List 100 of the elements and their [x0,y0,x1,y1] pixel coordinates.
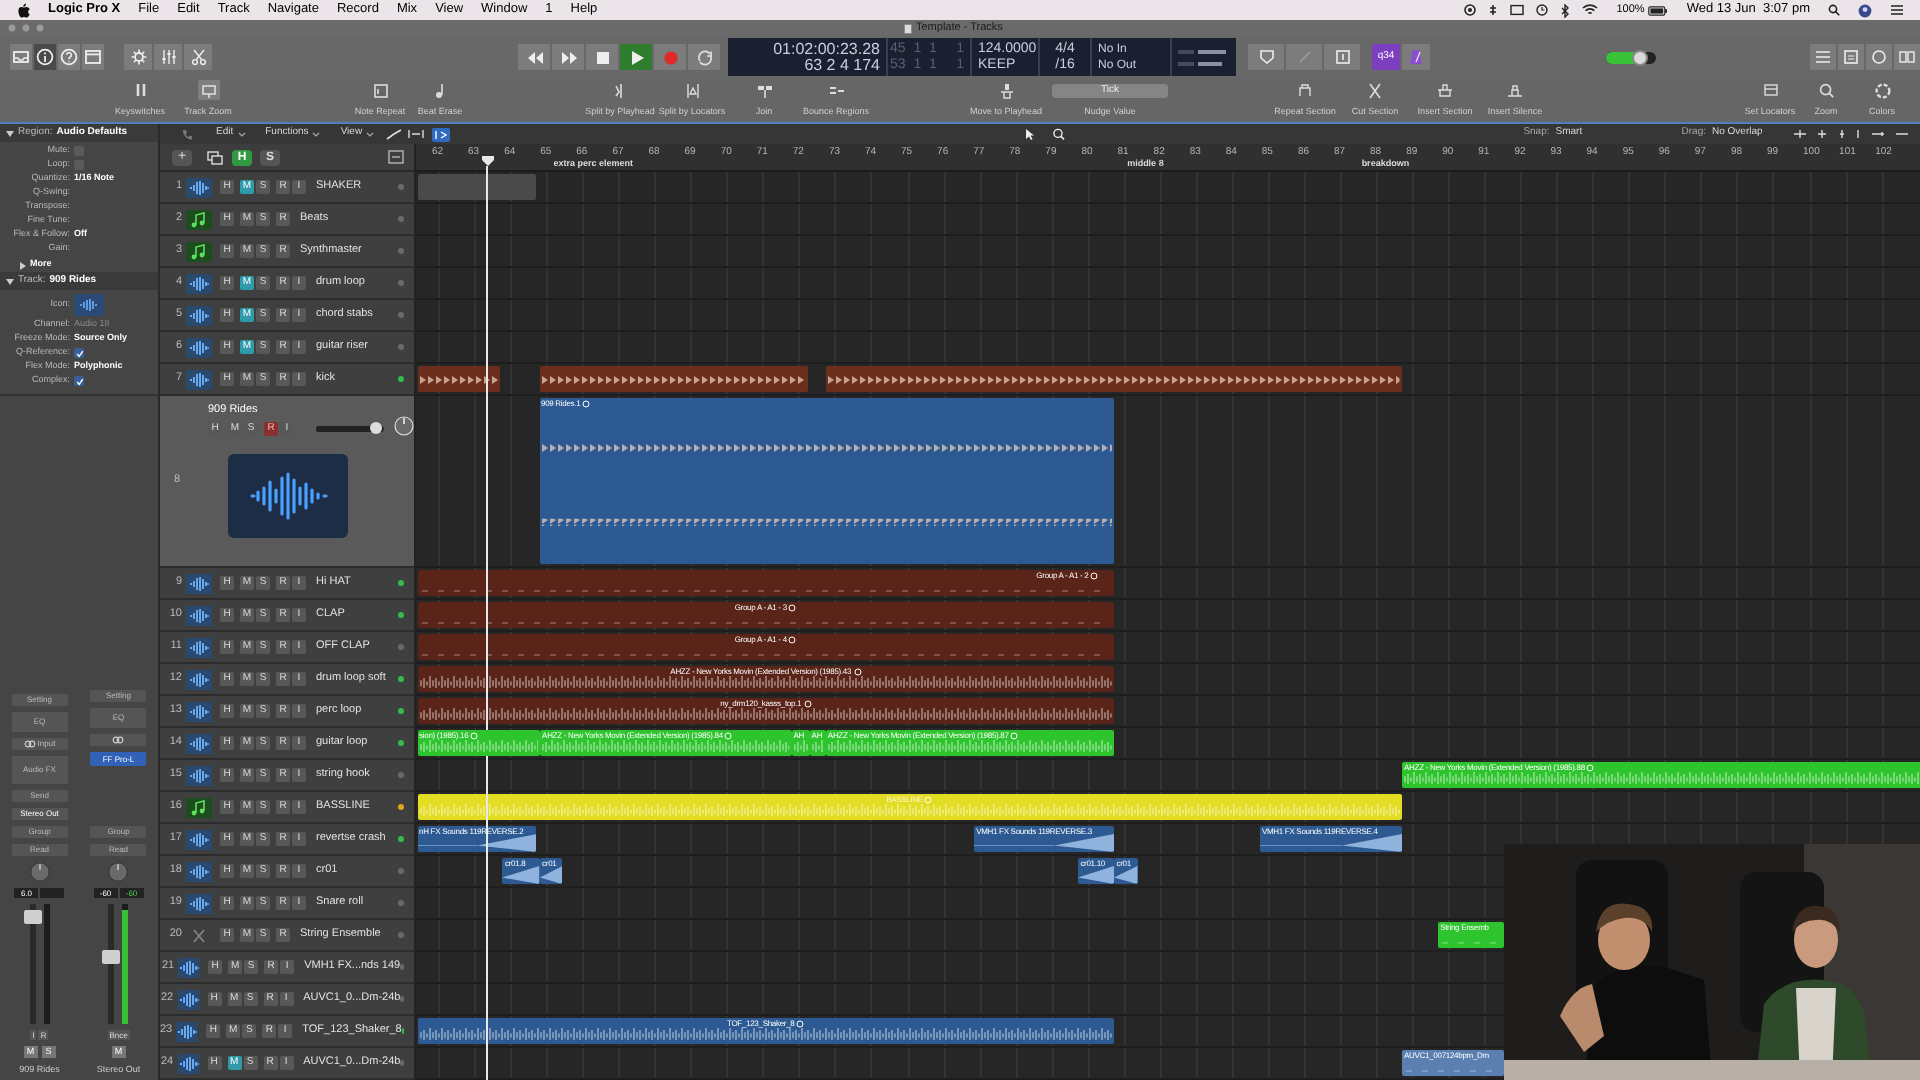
cross-icon [188,927,210,943]
circle-icon [470,732,479,740]
track-icon[interactable] [177,1053,200,1073]
circle-icon [803,700,812,708]
pan-knob[interactable] [29,862,50,883]
editors-button[interactable] [184,44,212,70]
track-icon[interactable] [186,701,212,721]
info-button[interactable] [34,44,56,70]
fast-forward-button[interactable] [552,44,584,70]
circle-icon [582,400,591,408]
wifi-icon [1582,4,1599,16]
mixer-button[interactable] [154,44,182,70]
catch-button[interactable] [432,127,451,141]
list-editors-button[interactable] [1810,44,1836,70]
circle-icon [853,668,862,676]
track-icon[interactable] [186,733,212,753]
play-button[interactable] [620,44,652,70]
track-icon-button[interactable] [74,294,104,316]
link-icon [112,736,125,745]
track-icon[interactable] [186,241,212,261]
audio-region[interactable] [825,366,1402,392]
square-icon [371,81,389,100]
library-button[interactable] [10,44,32,70]
bracket-icon [683,81,701,100]
checkbox[interactable] [74,376,84,386]
peak-readout [40,888,65,899]
plinth-icon [1506,81,1524,100]
waveform-icon [188,339,210,355]
track-icon[interactable] [186,861,212,881]
catch-icon [434,129,449,139]
zoom-icon [1817,81,1835,100]
audio-region[interactable] [539,366,808,392]
pan-knob[interactable] [108,862,129,883]
level-meter [122,904,129,1025]
lines-icon [827,81,845,100]
track-icon[interactable] [186,797,212,817]
settings-button[interactable] [124,44,152,70]
track-icon[interactable] [186,177,212,197]
master-volume-slider[interactable] [1606,51,1656,63]
track-icon[interactable] [176,1021,199,1041]
notepad-icon [1842,48,1860,66]
apple-icon [16,2,30,18]
flex-icon [408,128,425,140]
track-icon[interactable] [186,573,212,593]
track-icon[interactable] [186,605,212,625]
list-editors-icon [1814,48,1832,66]
track-icon[interactable] [228,454,348,539]
track-icon[interactable] [186,669,212,689]
track-icon[interactable] [186,637,212,657]
mixer-icon [159,48,177,66]
chevron-icon [237,131,246,137]
waveform-icon [188,767,210,783]
waveform-icon [188,607,210,623]
search-icon [1828,4,1840,16]
window-button[interactable] [82,44,104,70]
cycle-icon [695,49,713,65]
input-slot[interactable] [90,734,147,747]
loop-browser-icon [1870,48,1888,66]
autopunch-button[interactable] [1324,44,1360,70]
browser-button[interactable] [1894,44,1920,70]
global-tracks-icon [388,150,404,164]
track-icon[interactable] [186,273,212,293]
stop-button[interactable] [586,44,618,70]
link-icon [23,740,36,749]
track-icon[interactable] [177,989,200,1009]
metronome-icon [1408,48,1424,66]
waveform-icon [178,959,201,975]
waveform-drawing [419,740,539,754]
waveform-icon [177,1055,200,1071]
circle-icon [788,636,797,644]
volume-slider[interactable] [316,426,384,433]
chevron-icon [312,131,321,137]
circle-icon [1090,572,1099,580]
loop-browser-button[interactable] [1866,44,1892,70]
track-icon[interactable] [178,957,201,977]
checkbox[interactable] [74,348,84,358]
waveform-icon [188,735,210,751]
track-icon[interactable] [186,369,212,389]
status-icon [1464,4,1477,16]
notepad-button[interactable] [1838,44,1864,70]
track-icon[interactable] [186,209,212,229]
track-icon[interactable] [186,337,212,357]
help-button[interactable] [58,44,80,70]
track-icon[interactable] [186,765,212,785]
playhead-handle-icon[interactable] [481,156,494,166]
circle-icon [788,604,797,612]
track-icon[interactable] [186,893,212,913]
audio-region[interactable] [417,366,500,392]
replace-button[interactable] [1248,44,1284,70]
rewind-button[interactable] [518,44,550,70]
waveform-icon [188,895,210,911]
cycle-button[interactable] [688,44,720,70]
window-icon [84,48,102,66]
autopunch-icon [1333,48,1351,66]
track-icon[interactable] [186,305,212,325]
magnifier-tool-icon [1052,128,1069,140]
track-icon[interactable] [186,829,212,849]
phone-icon [180,128,192,140]
play-icon [627,49,645,65]
insert-icon [1436,81,1454,100]
